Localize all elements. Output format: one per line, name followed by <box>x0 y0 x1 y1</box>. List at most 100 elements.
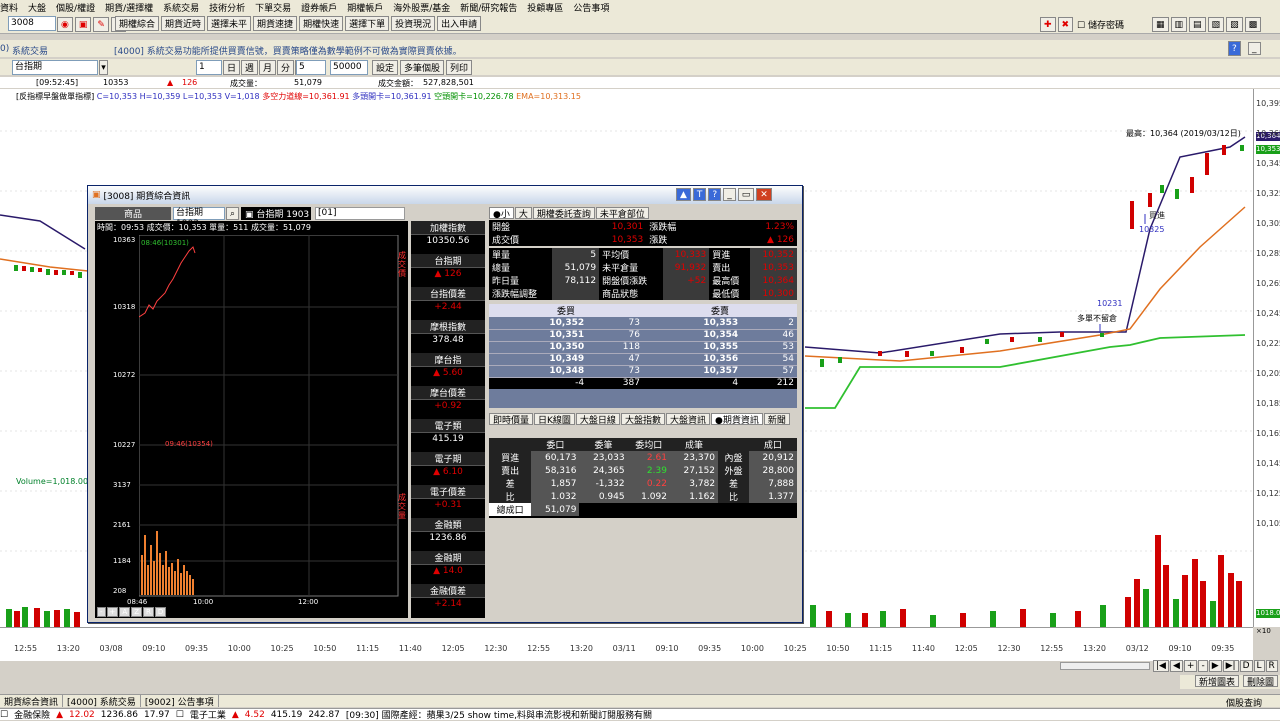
help-icon[interactable]: ? <box>1228 41 1241 56</box>
window-tab-0[interactable]: 期貨綜合資訊 <box>0 695 64 708</box>
delete-chart-button[interactable]: 刪除圖 <box>1242 675 1278 688</box>
mid-tab-6[interactable]: 新聞 <box>763 413 790 426</box>
period-2[interactable]: 月 <box>259 60 277 75</box>
news-ticker[interactable]: [09:30] 國際產經：蘋果3/25 show time,料與串流影視和新聞訂… <box>346 708 652 721</box>
x-label: 10:50 <box>826 644 850 653</box>
ticker-checkbox[interactable]: ☐ <box>0 710 8 720</box>
chart-footer: 新增圖表 刪除圖 <box>1180 675 1280 689</box>
mid-tab-2[interactable]: 大盤日線 <box>575 413 620 426</box>
minimize-icon[interactable]: _ <box>723 188 736 201</box>
intraday-nav-0[interactable]: - <box>97 607 106 617</box>
chart-button-2[interactable]: 列印 <box>446 60 473 75</box>
intraday-nav-3[interactable]: Z <box>131 607 142 617</box>
add-chart-button[interactable]: 新增圖表 <box>1194 675 1239 688</box>
top-tab-2[interactable]: 期權委託查詢 <box>532 207 595 220</box>
restore-icon[interactable]: ▭ <box>737 188 755 201</box>
code-input[interactable]: 3008 <box>8 16 56 31</box>
mid-tab-4[interactable]: 大盤資訊 <box>665 413 710 426</box>
tool-icon-c[interactable]: ✎ <box>93 17 109 32</box>
help-icon[interactable]: ? <box>708 188 722 201</box>
menu-item-2[interactable]: 個股/權證 <box>56 1 95 14</box>
nav-button-4[interactable]: ▶ <box>1208 660 1222 672</box>
toolbar-button-4[interactable]: 期權快速 <box>299 16 344 31</box>
mid-tab-5[interactable]: ●期貨資訊 <box>710 413 763 426</box>
ticker-checkbox[interactable]: ☐ <box>176 710 184 720</box>
nav-button-1[interactable]: ◀ <box>1169 660 1183 672</box>
long-line-left <box>0 214 86 250</box>
bars-input[interactable]: 50000 <box>330 60 368 75</box>
period-1[interactable]: 週 <box>241 60 259 75</box>
toolbar-button-6[interactable]: 投資現況 <box>391 16 436 31</box>
intraday-chart[interactable]: 時間：09:53 成交價：10,353 單量：511 成交量：51,079 10… <box>95 221 408 618</box>
intraday-svg <box>139 235 399 597</box>
toolbar-button-0[interactable]: 期權綜合 <box>115 16 160 31</box>
menu-item-9[interactable]: 海外股票/基金 <box>393 1 450 14</box>
menu-item-12[interactable]: 公告事項 <box>573 1 609 14</box>
save-password-label: 儲存密碼 <box>1087 21 1124 31</box>
menu-item-3[interactable]: 期貨/選擇權 <box>105 1 153 14</box>
nav-button-6[interactable]: D <box>1239 660 1253 672</box>
save-password-checkbox[interactable]: ☐ 儲存密碼 <box>1077 18 1124 31</box>
nav-button-0[interactable]: |◀ <box>1153 660 1169 672</box>
chart-button-1[interactable]: 多筆個股 <box>400 60 445 75</box>
menu-item-11[interactable]: 投顧專區 <box>527 1 563 14</box>
menu-item-4[interactable]: 系統交易 <box>163 1 199 14</box>
flow-block: 委口 委筆 委均口 成筆 成口 買進 60,173 23,033 2.61 23,370 內盤 20,… <box>489 438 797 518</box>
product-input[interactable]: 台指期 1903 <box>173 207 225 229</box>
menu-item-0[interactable]: 資料 <box>0 1 18 14</box>
up-icon[interactable]: ▲ <box>676 188 691 201</box>
menu-item-7[interactable]: 證券帳戶 <box>301 1 337 14</box>
top-tab-1[interactable]: 大 <box>514 207 532 220</box>
toolbar-button-1[interactable]: 期貨近時 <box>161 16 206 31</box>
intraday-nav-5[interactable]: D <box>154 607 167 617</box>
period-3[interactable]: 分 <box>277 60 295 75</box>
menu-item-6[interactable]: 下單交易 <box>255 1 291 14</box>
window-tab-2[interactable]: [9002] 公告事項 <box>141 695 219 708</box>
win-icon-4[interactable]: ▧ <box>1207 17 1225 32</box>
search-icon[interactable]: ⌕ <box>226 207 240 220</box>
nav-button-3[interactable]: - <box>1198 660 1208 672</box>
menu-item-5[interactable]: 技術分析 <box>209 1 245 14</box>
mid-tab-1[interactable]: 日K線圖 <box>534 413 575 426</box>
minimize-icon[interactable]: _ <box>1248 42 1261 55</box>
win-icon-5[interactable]: ▨ <box>1226 17 1243 32</box>
win-icon-6[interactable]: ▩ <box>1244 17 1262 32</box>
mid-tab-3[interactable]: 大盤指數 <box>620 413 665 426</box>
right-icon-b[interactable]: ✖ <box>1057 17 1074 32</box>
text-icon[interactable]: T <box>692 188 707 201</box>
close-icon[interactable]: ✕ <box>756 188 772 201</box>
mid-tab-0[interactable]: 即時價量 <box>489 413 534 426</box>
window-tab-1[interactable]: [4000] 系統交易 <box>63 695 141 708</box>
nav-button-5[interactable]: ▶| <box>1222 660 1239 672</box>
chevron-down-icon[interactable]: ▾ <box>99 60 108 75</box>
win-icon-3[interactable]: ▤ <box>1189 17 1206 32</box>
nav-button-7[interactable]: L <box>1253 660 1265 672</box>
menu-item-10[interactable]: 新聞/研究報告 <box>460 1 517 14</box>
intraday-nav-1[interactable]: + <box>106 607 119 617</box>
chart-button-0[interactable]: 設定 <box>372 60 399 75</box>
nav-button-2[interactable]: + <box>1183 660 1198 672</box>
intraday-nav-4[interactable]: R <box>143 607 154 617</box>
x-label: 12:05 <box>954 644 978 653</box>
toolbar-button-7[interactable]: 出入申請 <box>437 16 482 31</box>
win-icon-2[interactable]: ▥ <box>1170 17 1188 32</box>
top-tab-3[interactable]: 未平倉部位 <box>595 207 649 220</box>
sub-contract[interactable]: [01] <box>315 207 405 220</box>
win-icon-1[interactable]: ▦ <box>1152 17 1169 32</box>
tool-icon-b[interactable]: ▣ <box>74 17 92 32</box>
toolbar-button-3[interactable]: 期貨速捷 <box>253 16 298 31</box>
period-number-input[interactable]: 1 <box>196 60 222 75</box>
symbol-select[interactable]: 台指期 <box>12 60 98 75</box>
period-0[interactable]: 日 <box>223 60 241 75</box>
chart-scrollbar[interactable] <box>1060 662 1150 670</box>
intraday-nav-2[interactable]: A <box>119 607 131 617</box>
count-input[interactable]: 5 <box>296 60 326 75</box>
top-tab-0[interactable]: ●小 <box>489 207 514 220</box>
nav-button-8[interactable]: R <box>1265 660 1278 672</box>
menu-item-8[interactable]: 期權帳戶 <box>347 1 383 14</box>
menu-item-1[interactable]: 大盤 <box>28 1 46 14</box>
toolbar-button-2[interactable]: 選擇未平 <box>207 16 252 31</box>
tool-icon-a[interactable]: ◉ <box>57 17 73 32</box>
right-icon-a[interactable]: ✚ <box>1040 17 1056 32</box>
toolbar-button-5[interactable]: 選擇下單 <box>345 16 390 31</box>
